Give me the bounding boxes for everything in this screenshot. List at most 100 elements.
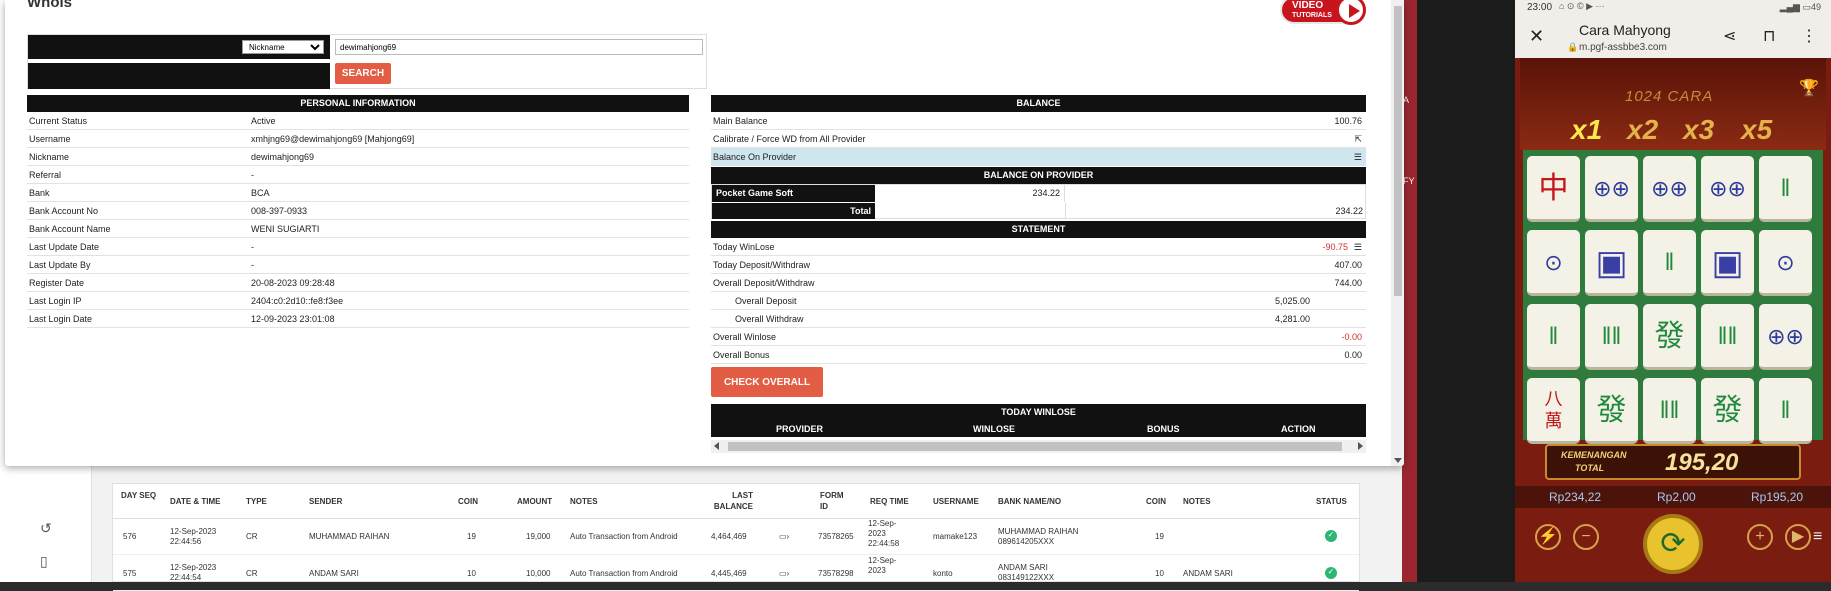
- row-value: 12-09-2023 23:01:08: [251, 314, 335, 324]
- statement-row: Overall Withdraw 4,281.00: [711, 310, 1366, 328]
- row-label: Register Date: [29, 278, 85, 288]
- video-tutorials-button[interactable]: VIDEO TUTORIALS: [1280, 0, 1366, 25]
- row-value: 744.00: [1334, 278, 1362, 288]
- menu-icon[interactable]: ≡: [1813, 528, 1822, 546]
- row-label: Last Update By: [29, 260, 91, 270]
- row-value: -: [251, 170, 254, 180]
- background-strip: A FY: [1402, 0, 1417, 582]
- today-winlose-columns: PROVIDER WINLOSE BONUS ACTION: [711, 421, 1366, 437]
- trophy-icon[interactable]: 🏆: [1799, 78, 1819, 98]
- row-coin2: 10: [1155, 569, 1164, 578]
- row-notes2: ANDAM SARI: [1183, 569, 1233, 578]
- row-seq: 576: [123, 532, 137, 541]
- battery-level: 49: [1810, 2, 1821, 12]
- share-icon[interactable]: ⇱: [1354, 130, 1362, 148]
- personal-info-row: Referral -: [27, 166, 689, 184]
- search-type-select[interactable]: Nickname: [242, 40, 324, 54]
- statement-row: Overall Winlose -0.00: [711, 328, 1366, 346]
- row-label: Bank Account Name: [29, 224, 111, 234]
- win-label: KEMENANGAN: [1561, 450, 1627, 460]
- row-label: Bank: [29, 188, 50, 198]
- bookmark-icon[interactable]: ⊓: [1763, 26, 1775, 46]
- list-icon[interactable]: ☰: [1354, 238, 1362, 256]
- row-amount: 19,000: [526, 532, 551, 541]
- tile-board: 中 ⊕⊕ ⊕⊕ ⊕⊕ ‖ ⊙ ▣ ‖ ▣ ⊙ ‖ ‖‖ 發 ‖‖ ⊕⊕ 八萬 發…: [1523, 150, 1823, 444]
- row-username: mamake123: [933, 532, 978, 541]
- horizontal-scrollbar[interactable]: [711, 440, 1366, 453]
- row-value: 100.76: [1334, 116, 1362, 126]
- mahjong-game[interactable]: 1024 CARA 🏆 x1 x2 x3 x5 中 ⊕⊕ ⊕⊕ ⊕⊕ ‖ ⊙ ▣…: [1515, 58, 1831, 582]
- row-label: Overall Deposit: [735, 296, 797, 306]
- section-header: BALANCE: [711, 95, 1366, 112]
- provider-total-value: 234.22: [1065, 203, 1365, 219]
- scroll-down-icon[interactable]: [1394, 458, 1402, 463]
- page-title: Cara Mahyong: [1579, 22, 1671, 38]
- plus-icon[interactable]: +: [1747, 524, 1773, 550]
- row-bank-1: MUHAMMAD RAIHAN: [998, 527, 1079, 536]
- turbo-icon[interactable]: ⚡: [1535, 524, 1561, 550]
- list-icon[interactable]: ☰: [1354, 148, 1362, 166]
- phone-screen: 23:00 ⌂ ⊙ © ▶ ··· ▂▄▆ ▭49 ✕ Cara Mahyong…: [1515, 0, 1831, 582]
- search-panel: Nickname SEARCH: [27, 34, 707, 89]
- auto-icon[interactable]: ▶: [1785, 524, 1811, 550]
- background-dark: [1417, 0, 1515, 582]
- table-row[interactable]: 575 12-Sep-2023 22:44:54 CR ANDAM SARI 1…: [113, 555, 1359, 591]
- row-value: dewimahjong69: [251, 152, 315, 162]
- row-label: Overall Bonus: [713, 350, 770, 360]
- row-value: 2404:c0:2d10::fe8:f3ee: [251, 296, 344, 306]
- col-bonus: BONUS: [1147, 424, 1180, 434]
- row-label: Last Login Date: [29, 314, 93, 324]
- multiplier: x5: [1741, 114, 1773, 145]
- scroll-right-icon[interactable]: [1358, 442, 1363, 450]
- row-req-2: 2023: [868, 566, 886, 575]
- row-amount: 10,000: [526, 569, 551, 578]
- statement-row: Today Deposit/Withdraw 407.00: [711, 256, 1366, 274]
- col-winlose: WINLOSE: [973, 424, 1015, 434]
- battery-indicator: ▂▄▆ ▭49: [1779, 2, 1821, 12]
- table-row[interactable]: 576 12-Sep-2023 22:44:56 CR MUHAMMAD RAI…: [113, 519, 1359, 555]
- section-header: TODAY WINLOSE: [711, 404, 1366, 421]
- tile-circles: ⊕⊕: [1701, 156, 1754, 222]
- win-value: Rp195,20: [1751, 490, 1804, 504]
- transactions-header: DAY SEQ DATE & TIME TYPE SENDER COIN AMO…: [113, 484, 1359, 519]
- personal-info-row: Register Date 20-08-2023 09:28:48: [27, 274, 689, 292]
- tile-white-dragon: ▣: [1585, 230, 1638, 296]
- col-provider: PROVIDER: [776, 424, 824, 434]
- row-label: Overall Deposit/Withdraw: [713, 278, 815, 288]
- tile-bamboo: ‖: [1527, 304, 1580, 370]
- col-coin: COIN: [458, 497, 478, 506]
- tile-white-dragon: ▣: [1701, 230, 1754, 296]
- device-icon[interactable]: ▭›: [779, 569, 789, 579]
- check-overall-button[interactable]: CHECK OVERALL: [711, 367, 823, 397]
- personal-info-row: Last Update Date -: [27, 238, 689, 256]
- browser-bar: ✕ Cara Mahyong 🔒 m.pgf-assbbe3.com ⋖ ⊓ ⋮: [1515, 16, 1831, 56]
- page-url: m.pgf-assbbe3.com: [1579, 42, 1667, 53]
- share-icon[interactable]: ⋖: [1723, 26, 1736, 46]
- search-input[interactable]: [335, 39, 703, 55]
- history-icon[interactable]: ↺: [40, 520, 56, 536]
- search-button[interactable]: SEARCH: [335, 63, 391, 84]
- tile-character: 八萬: [1527, 378, 1580, 444]
- multiplier: x3: [1683, 114, 1715, 145]
- scroll-left-icon[interactable]: [714, 442, 719, 450]
- tile-circles: ⊕⊕: [1759, 304, 1812, 370]
- more-icon[interactable]: ⋮: [1801, 26, 1817, 46]
- scroll-thumb[interactable]: [1394, 6, 1402, 296]
- row-label: Balance On Provider: [713, 152, 797, 162]
- row-label: Last Login IP: [29, 296, 82, 306]
- book-icon[interactable]: ▯: [40, 553, 56, 569]
- device-icon[interactable]: ▭›: [779, 532, 789, 542]
- row-username: konto: [933, 569, 953, 578]
- section-header: PERSONAL INFORMATION: [27, 95, 689, 112]
- close-icon[interactable]: ✕: [1529, 26, 1544, 47]
- provider-total-label: Total: [712, 203, 875, 219]
- scroll-thumb[interactable]: [728, 442, 1342, 451]
- col-day-seq: DAY SEQ: [121, 491, 157, 500]
- phone-status-bar: 23:00 ⌂ ⊙ © ▶ ··· ▂▄▆ ▭49: [1515, 0, 1831, 16]
- spin-button[interactable]: ⟳: [1643, 514, 1703, 574]
- phone-time: 23:00: [1527, 2, 1553, 13]
- minus-icon[interactable]: −: [1573, 524, 1599, 550]
- vertical-scrollbar[interactable]: [1391, 0, 1404, 466]
- multiplier: x1: [1571, 114, 1603, 145]
- row-label: Overall Winlose: [713, 332, 777, 342]
